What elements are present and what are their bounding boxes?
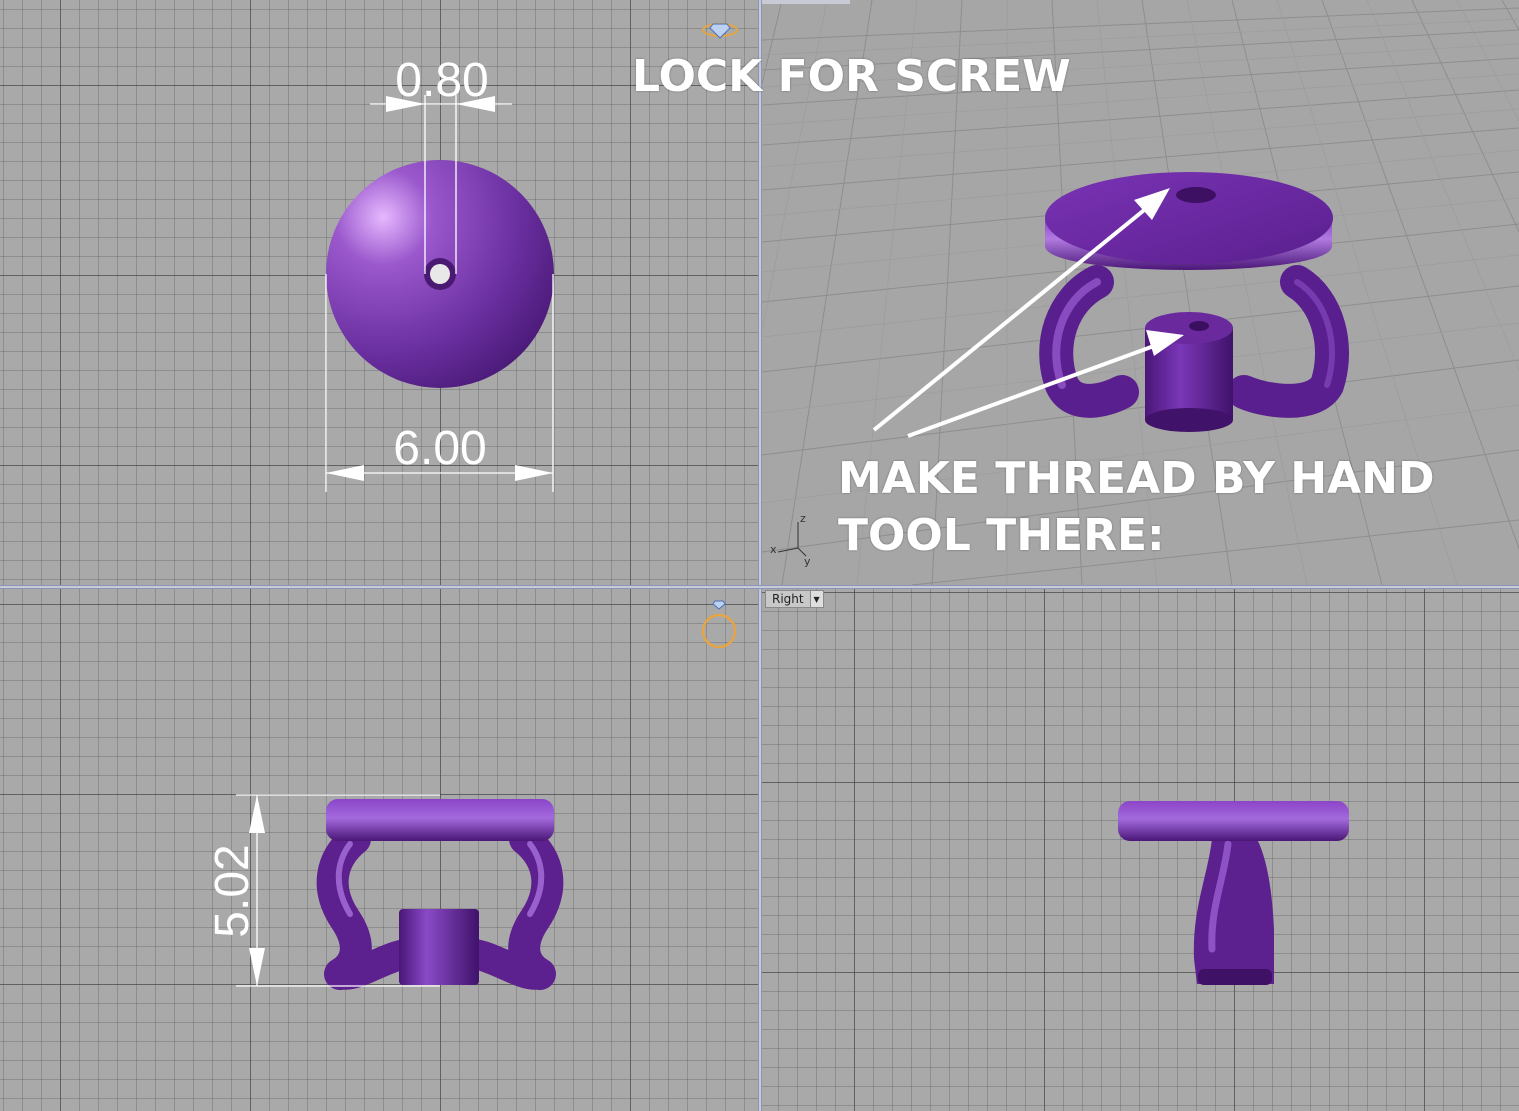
axis-x-label: x — [770, 543, 777, 556]
dim-hole-diameter: 0.80 — [395, 54, 488, 107]
lock-title-annotation: LOCK FOR SCREW — [632, 51, 1071, 102]
axis-y-label: y — [804, 555, 811, 568]
viewport-splitter-horizontal[interactable] — [0, 585, 1519, 589]
viewport-name[interactable]: Right — [765, 590, 811, 608]
lock-model-perspective — [1039, 172, 1350, 432]
gem-icon — [702, 23, 738, 39]
lock-model-front — [316, 799, 564, 990]
right-viewport-label[interactable]: Right ▼ — [765, 590, 824, 608]
viewport-tab-strip — [762, 0, 850, 4]
lock-model-right — [1118, 801, 1349, 985]
front-viewport[interactable]: 5.02 — [0, 589, 758, 1111]
right-viewport[interactable] — [762, 589, 1519, 1111]
dropdown-arrow-icon[interactable]: ▼ — [810, 590, 824, 608]
dim-disc-diameter: 6.00 — [393, 422, 486, 475]
dim-height: 5.02 — [206, 844, 259, 937]
thread-annotation-line1: MAKE THREAD BY HAND — [838, 453, 1435, 504]
axis-gizmo — [777, 522, 807, 557]
viewport-splitter-vertical[interactable] — [758, 0, 762, 1111]
right-view-drawing — [1118, 801, 1349, 985]
axis-z-label: z — [800, 512, 806, 525]
front-view-drawing: 5.02 — [206, 794, 564, 990]
thread-annotation-line2: TOOL THERE: — [838, 510, 1165, 561]
ring-icon — [701, 600, 737, 649]
